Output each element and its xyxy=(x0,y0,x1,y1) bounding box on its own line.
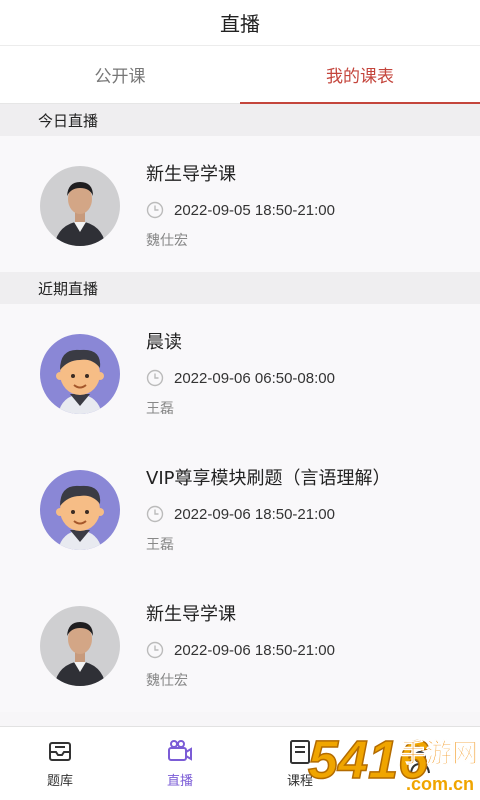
teacher-name: 王磊 xyxy=(146,401,174,417)
course-time: 2022-09-06 18:50-21:00 xyxy=(174,641,335,659)
teacher-name: 魏仕宏 xyxy=(146,673,188,689)
tabbar-item-live[interactable]: 直播 xyxy=(120,727,240,800)
tabbar-item-question-bank[interactable]: 题库 xyxy=(0,727,120,800)
clock-icon xyxy=(146,369,164,387)
course-name: 新生导学课 xyxy=(146,164,236,185)
tabbar-label: 直播 xyxy=(166,774,193,789)
segment-tabs: 公开课 我的课表 xyxy=(0,46,480,104)
watermark-domain: .com.cn xyxy=(406,774,474,794)
teacher-name: 王磊 xyxy=(146,537,174,553)
course-time: 2022-09-05 18:50-21:00 xyxy=(174,201,335,219)
cartoon-avatar-icon xyxy=(40,334,120,414)
cartoon-avatar-icon xyxy=(40,470,120,550)
avatar xyxy=(40,470,120,550)
site-watermark-logo: 5416 手游网 .com.cn xyxy=(307,729,478,794)
clock-icon xyxy=(146,505,164,523)
page-title: 直播 xyxy=(220,12,260,36)
course-item[interactable]: 晨读 2022-09-06 06:50-08:00 王磊 xyxy=(0,304,480,440)
tab-public-courses[interactable]: 公开课 xyxy=(0,46,240,103)
avatar xyxy=(40,606,120,686)
clock-icon xyxy=(146,201,164,219)
photo-avatar-icon xyxy=(40,606,120,686)
course-item[interactable]: 新生导学课 2022-09-06 18:50-21:00 魏仕宏 xyxy=(0,576,480,712)
teacher-name: 魏仕宏 xyxy=(146,233,188,249)
course-name: VIP尊享模块刷题（言语理解） xyxy=(146,468,391,489)
course-item[interactable]: 新生导学课 2022-09-05 18:50-21:00 魏仕宏 xyxy=(0,136,480,272)
tabbar-label: 题库 xyxy=(46,774,73,789)
video-camera-icon xyxy=(168,740,192,761)
course-name: 新生导学课 xyxy=(146,604,236,625)
course-name: 晨读 xyxy=(146,332,182,353)
watermark-text: 手游网 xyxy=(400,739,478,769)
section-header-upcoming: 近期直播 xyxy=(0,272,480,304)
avatar xyxy=(40,166,120,246)
tab-my-schedule[interactable]: 我的课表 xyxy=(240,46,480,104)
app-header: 直播 xyxy=(0,0,480,46)
question-bank-icon xyxy=(49,742,71,761)
course-time: 2022-09-06 18:50-21:00 xyxy=(174,505,335,523)
section-header-today: 今日直播 xyxy=(0,104,480,136)
avatar xyxy=(40,334,120,414)
course-time: 2022-09-06 06:50-08:00 xyxy=(174,369,335,387)
clock-icon xyxy=(146,641,164,659)
course-item[interactable]: VIP尊享模块刷题（言语理解） 2022-09-06 18:50-21:00 王… xyxy=(0,440,480,576)
photo-avatar-icon xyxy=(40,166,120,246)
